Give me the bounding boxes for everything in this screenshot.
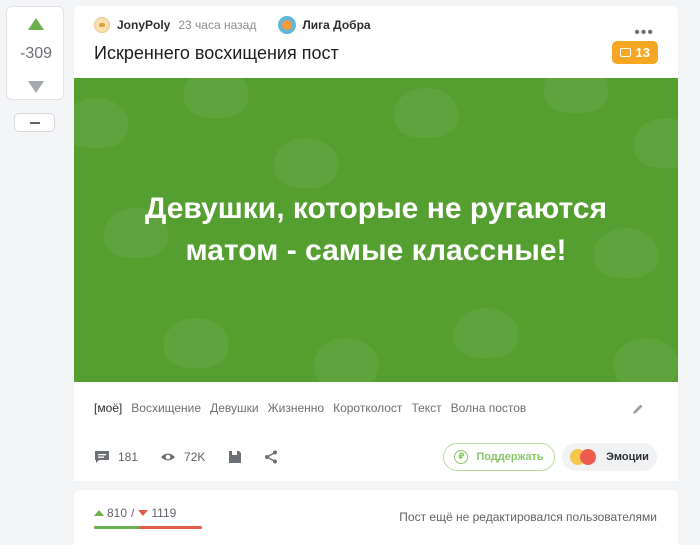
tag[interactable]: Восхищение xyxy=(131,401,201,415)
emoji-icon xyxy=(580,449,597,465)
edit-pencil-icon[interactable] xyxy=(632,403,644,415)
comment-icon[interactable] xyxy=(94,450,110,464)
story-image[interactable]: Девушки, которые не ругаются матом - сам… xyxy=(74,78,678,382)
story-footer: 181 72K xyxy=(94,450,287,464)
views-count: 72K xyxy=(184,450,206,464)
story-card: JonyPoly 23 часа назад Лига Добра ••• Ис… xyxy=(74,6,678,481)
comments-count[interactable]: 181 xyxy=(118,450,138,464)
eye-icon xyxy=(161,453,176,461)
rating-separator: / xyxy=(131,506,135,520)
downvote-arrow-icon[interactable] xyxy=(28,81,44,93)
vote-box: -309 xyxy=(6,6,64,100)
emotions-button[interactable]: Эмоции xyxy=(562,443,657,471)
community-name[interactable]: Лига Добра xyxy=(302,18,370,32)
author-name[interactable]: JonyPoly xyxy=(117,18,170,32)
support-button[interactable]: ₽ Поддержать xyxy=(443,443,555,471)
image-caption-line-1: Девушки, которые не ругаются xyxy=(144,192,607,225)
edit-history-note[interactable]: Пост ещё не редактировался пользователям… xyxy=(399,510,657,524)
upvote-arrow-icon[interactable] xyxy=(28,18,44,30)
rating-summary: 810 / 1119 Пост ещё не редактировался по… xyxy=(74,490,678,545)
tag[interactable]: Девушки xyxy=(210,401,259,415)
image-caption: Девушки, которые не ругаются матом - сам… xyxy=(74,188,678,272)
plus-arrow-icon xyxy=(94,510,104,516)
rating-bar-fill xyxy=(94,526,140,529)
image-caption-line-2: матом - самые классные! xyxy=(185,234,567,267)
tag[interactable]: Текст xyxy=(411,401,441,415)
tag[interactable]: Волна постов xyxy=(451,401,527,415)
author-avatar[interactable] xyxy=(94,17,110,33)
pluses-count: 810 xyxy=(107,506,128,520)
rating-bar xyxy=(94,526,202,529)
share-icon[interactable] xyxy=(263,450,279,464)
collapse-button[interactable] xyxy=(14,113,55,132)
save-icon[interactable] xyxy=(227,450,243,464)
emotions-label: Эмоции xyxy=(606,451,649,463)
story-title[interactable]: Искреннего восхищения пост xyxy=(94,43,339,64)
tag[interactable]: Жизненно xyxy=(268,401,325,415)
hot-badge[interactable]: 13 xyxy=(611,41,658,64)
support-label: Поддержать xyxy=(476,451,544,463)
tag[interactable]: [моё] xyxy=(94,401,122,415)
tag[interactable]: Коротколост xyxy=(333,401,402,415)
vote-score: -309 xyxy=(19,45,53,62)
megaphone-icon xyxy=(619,48,631,57)
more-options-icon[interactable]: ••• xyxy=(634,24,654,42)
ruble-icon: ₽ xyxy=(454,450,469,464)
tag-list: [моё] Восхищение Девушки Жизненно Коротк… xyxy=(94,401,535,415)
post-time: 23 часа назад xyxy=(178,18,257,32)
rating-counts: 810 / 1119 xyxy=(94,506,176,520)
minus-arrow-icon xyxy=(138,510,149,516)
badge-count: 13 xyxy=(635,45,650,60)
story-header: JonyPoly 23 часа назад Лига Добра xyxy=(94,16,371,34)
community-icon[interactable] xyxy=(278,16,297,34)
minuses-count: 1119 xyxy=(151,506,177,520)
